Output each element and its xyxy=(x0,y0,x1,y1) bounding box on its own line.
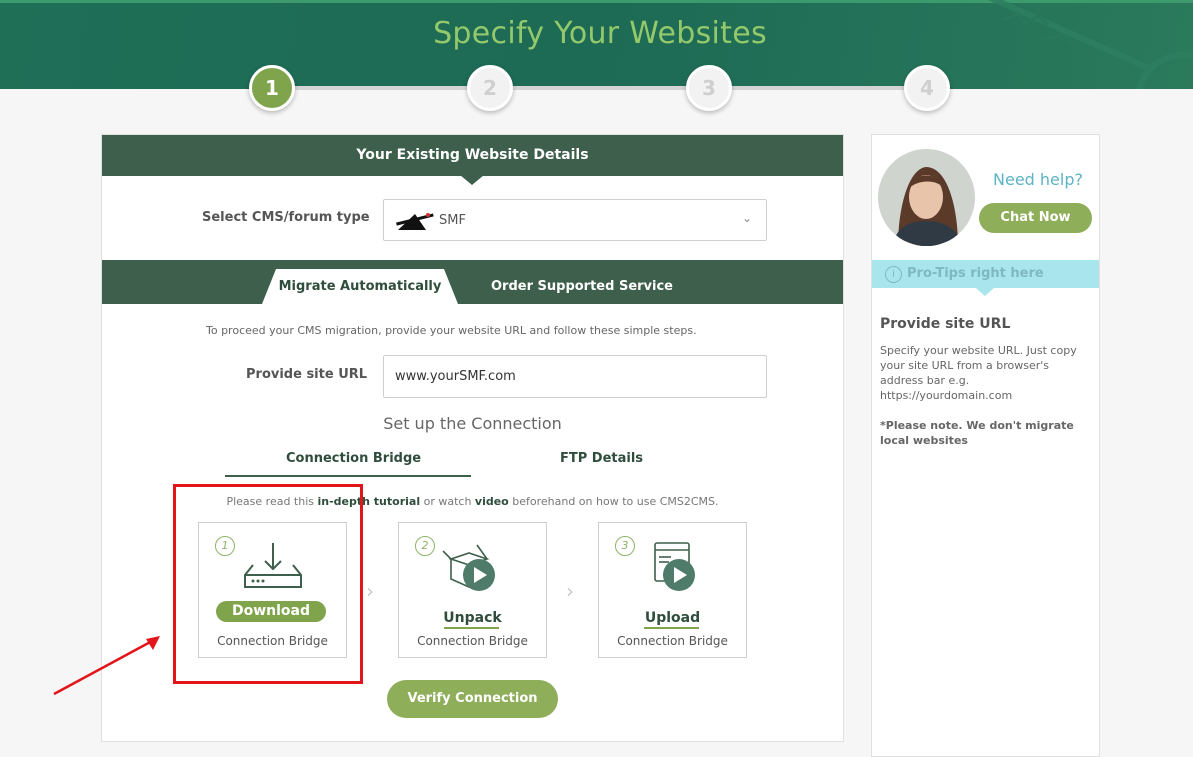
active-subtab-underline xyxy=(225,475,471,477)
tutorial-hint-text: or watch xyxy=(420,495,475,508)
protips-label: Pro-Tips right here xyxy=(907,266,1044,281)
support-agent-avatar xyxy=(878,149,975,246)
bridge-step-number: 3 xyxy=(615,536,635,556)
step-4[interactable]: 4 xyxy=(904,65,950,111)
cms-type-select[interactable]: SMF ⌄ xyxy=(383,199,767,241)
chevron-right-icon: › xyxy=(566,579,574,603)
chat-now-button[interactable]: Chat Now xyxy=(979,203,1092,233)
steps-track xyxy=(272,86,928,90)
bridge-step-upload[interactable]: 3 Upload Connection Bridge xyxy=(598,522,747,658)
need-help-text: Need help? xyxy=(993,170,1083,189)
tab-migrate-automatically[interactable]: Migrate Automatically xyxy=(262,269,458,304)
upload-window-play-icon xyxy=(654,542,695,591)
action-underline xyxy=(644,627,699,629)
help-sidebar: Need help? Chat Now i Pro-Tips right her… xyxy=(871,134,1100,757)
bridge-step-number: 2 xyxy=(415,536,435,556)
chevron-down-icon: ⌄ xyxy=(741,211,752,225)
tutorial-hint-text: beforehand on how to use CMS2CMS. xyxy=(508,495,719,508)
bridge-step-caption: Connection Bridge xyxy=(417,634,528,648)
bridge-step-caption: Connection Bridge xyxy=(617,634,728,648)
info-icon: i xyxy=(885,266,902,283)
tab-order-supported-service[interactable]: Order Supported Service xyxy=(482,269,682,304)
step-2[interactable]: 2 xyxy=(467,65,513,111)
tab-connection-bridge[interactable]: Connection Bridge xyxy=(286,451,421,466)
setup-connection-title: Set up the Connection xyxy=(383,414,562,433)
site-url-label: Provide site URL xyxy=(246,367,368,382)
step-3[interactable]: 3 xyxy=(686,65,732,111)
migration-hint: To proceed your CMS migration, provide y… xyxy=(206,324,697,337)
cms-type-value: SMF xyxy=(439,213,466,228)
video-link[interactable]: video xyxy=(475,495,509,508)
chevron-right-icon: › xyxy=(366,579,374,603)
annotation-highlight-box xyxy=(173,484,363,684)
unpack-box-play-icon xyxy=(442,544,495,591)
tab-ftp-details[interactable]: FTP Details xyxy=(560,451,643,466)
card-title: Your Existing Website Details xyxy=(102,135,843,185)
step-1[interactable]: 1 xyxy=(249,65,295,111)
page-title: Specify Your Websites xyxy=(433,16,767,51)
migration-tabs: Migrate Automatically Order Supported Se… xyxy=(102,260,843,304)
tip-note: *Please note. We don't migrate local web… xyxy=(880,419,1074,447)
protips-banner: i Pro-Tips right here xyxy=(872,260,1099,296)
site-url-input[interactable] xyxy=(383,355,767,398)
tip-body: Specify your website URL. Just copy your… xyxy=(880,344,1077,402)
unpack-link[interactable]: Unpack xyxy=(399,610,546,626)
smf-logo-icon xyxy=(396,213,434,230)
bridge-step-unpack[interactable]: 2 Unpack Connection Bridge xyxy=(398,522,547,658)
page-header: Specify Your Websites xyxy=(0,0,1193,89)
upload-link[interactable]: Upload xyxy=(599,610,746,626)
action-underline xyxy=(444,627,499,629)
tip-heading: Provide site URL xyxy=(880,316,1011,332)
verify-connection-button[interactable]: Verify Connection xyxy=(387,680,558,718)
cms-type-label: Select CMS/forum type xyxy=(202,210,370,225)
annotation-arrow-icon xyxy=(53,636,160,696)
